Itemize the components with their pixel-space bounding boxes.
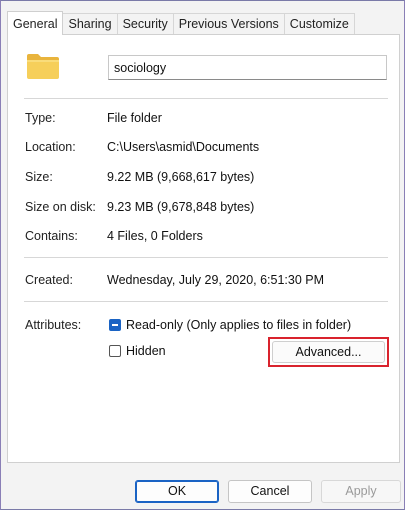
separator: [24, 301, 388, 302]
size-value: 9.22 MB (9,668,617 bytes): [107, 170, 255, 184]
type-label: Type:: [25, 111, 56, 125]
general-panel: Type: File folder Location: C:\Users\asm…: [7, 34, 400, 463]
hidden-checkbox[interactable]: [109, 345, 121, 357]
tab-sharing[interactable]: Sharing: [62, 13, 118, 34]
hidden-label[interactable]: Hidden: [126, 343, 166, 359]
attributes-label: Attributes:: [25, 318, 82, 332]
readonly-checkbox[interactable]: [109, 319, 121, 331]
readonly-label[interactable]: Read-only (Only applies to files in fold…: [126, 317, 351, 333]
location-value: C:\Users\asmid\Documents: [107, 140, 260, 154]
type-value: File folder: [107, 111, 162, 125]
folder-icon: [27, 54, 59, 79]
size-label: Size:: [25, 170, 53, 184]
tab-security[interactable]: Security: [116, 13, 174, 34]
created-value: Wednesday, July 29, 2020, 6:51:30 PM: [107, 273, 325, 287]
tab-general[interactable]: General: [7, 11, 64, 35]
location-label: Location:: [25, 140, 76, 154]
size-on-disk-label: Size on disk:: [25, 200, 96, 214]
size-on-disk-value: 9.23 MB (9,678,848 bytes): [107, 200, 255, 214]
folder-name-input[interactable]: [108, 55, 387, 80]
advanced-button[interactable]: Advanced...: [272, 341, 385, 363]
properties-dialog: General Sharing Security Previous Versio…: [0, 0, 405, 510]
apply-button[interactable]: Apply: [321, 480, 401, 503]
tab-strip: General Sharing Security Previous Versio…: [7, 11, 355, 35]
ok-button[interactable]: OK: [135, 480, 219, 503]
tab-customize[interactable]: Customize: [283, 13, 355, 34]
separator: [24, 257, 388, 258]
separator: [24, 98, 388, 99]
contains-label: Contains:: [25, 229, 78, 243]
tab-previous-versions[interactable]: Previous Versions: [172, 13, 285, 34]
created-label: Created:: [25, 273, 73, 287]
cancel-button[interactable]: Cancel: [228, 480, 312, 503]
contains-value: 4 Files, 0 Folders: [107, 229, 203, 243]
